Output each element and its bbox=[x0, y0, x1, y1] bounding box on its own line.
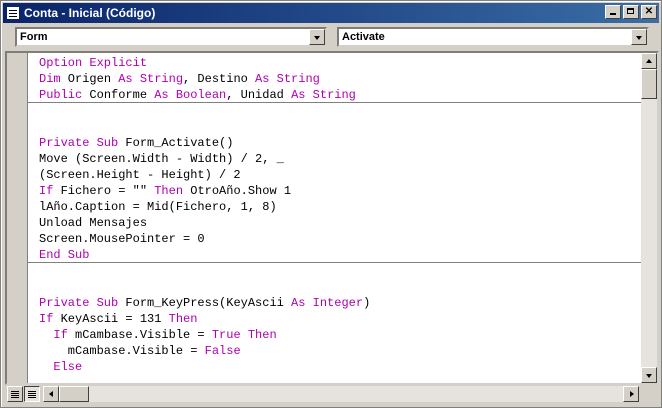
code-token: OtroAño.Show 1 bbox=[183, 184, 292, 198]
code-token: Conforme bbox=[82, 88, 155, 102]
chevron-down-icon bbox=[636, 36, 642, 40]
horizontal-scrollbar[interactable] bbox=[43, 386, 639, 402]
code-line[interactable]: If KeyAscii = 131 Then bbox=[39, 311, 370, 327]
code-keyword: True Then bbox=[211, 328, 277, 342]
vertical-scrollbar[interactable] bbox=[641, 53, 657, 383]
code-token: KeyAscii = 131 bbox=[53, 312, 169, 326]
code-keyword: If bbox=[53, 328, 68, 342]
resize-grip[interactable] bbox=[643, 385, 659, 403]
code-keyword: Public bbox=[39, 88, 83, 102]
maximize-button[interactable] bbox=[623, 5, 639, 19]
object-combo-value: Form bbox=[20, 31, 48, 43]
procedure-combo[interactable]: Activate bbox=[337, 27, 649, 47]
code-line[interactable]: lAño.Caption = Mid(Fichero, 1, 8) bbox=[39, 199, 370, 215]
code-token: Origen bbox=[60, 72, 119, 86]
scroll-right-button[interactable] bbox=[623, 386, 639, 402]
code-line[interactable]: If Fichero = "" Then OtroAño.Show 1 bbox=[39, 183, 370, 199]
margin-indicator-bar[interactable] bbox=[7, 53, 28, 383]
code-line[interactable]: Screen.MousePointer = 0 bbox=[39, 231, 370, 247]
arrow-left-icon bbox=[49, 391, 53, 397]
code-keyword: As Boolean bbox=[154, 88, 227, 102]
code-token: Fichero = "" bbox=[53, 184, 155, 198]
code-keyword: If bbox=[39, 312, 54, 326]
code-module-icon bbox=[6, 6, 20, 20]
code-token: Unload Mensajes bbox=[39, 216, 148, 230]
minimize-button[interactable] bbox=[605, 5, 621, 19]
code-line[interactable]: Move (Screen.Width - Width) / 2, _ bbox=[39, 151, 370, 167]
code-line[interactable] bbox=[39, 119, 370, 135]
window-title: Conta - Inicial (Código) bbox=[24, 6, 156, 20]
code-line[interactable]: If mCambase.Visible = True Then bbox=[39, 327, 370, 343]
chevron-down-icon bbox=[314, 36, 320, 40]
arrow-up-icon bbox=[646, 59, 652, 63]
code-token: , Destino bbox=[183, 72, 256, 86]
title-bar[interactable]: Conta - Inicial (Código) ✕ bbox=[3, 3, 659, 23]
code-keyword: Then bbox=[168, 312, 198, 326]
code-line[interactable]: Else bbox=[39, 359, 370, 375]
scroll-up-button[interactable] bbox=[641, 53, 657, 69]
code-text[interactable]: Option Explicit Dim Origen As String, Des… bbox=[39, 55, 370, 375]
bottom-bar bbox=[5, 385, 659, 403]
code-keyword: Then bbox=[154, 184, 184, 198]
arrow-down-icon bbox=[646, 374, 652, 378]
code-token: Move (Screen.Width - Width) / 2, _ bbox=[39, 152, 284, 166]
code-token: lAño.Caption = Mid(Fichero, 1, 8) bbox=[39, 200, 277, 214]
code-line[interactable]: mCambase.Visible = False bbox=[39, 343, 370, 359]
code-keyword: As String bbox=[291, 88, 356, 102]
code-line[interactable] bbox=[39, 103, 370, 119]
code-line[interactable]: End Sub bbox=[39, 247, 370, 263]
procedure-view-button[interactable] bbox=[7, 386, 23, 402]
procedure-combo-dropdown-button[interactable] bbox=[631, 29, 647, 45]
vertical-scroll-thumb[interactable] bbox=[641, 69, 657, 99]
procedure-view-icon bbox=[11, 391, 19, 392]
code-line[interactable]: Private Sub Form_KeyPress(KeyAscii As In… bbox=[39, 295, 370, 311]
arrow-right-icon bbox=[630, 391, 634, 397]
code-line[interactable] bbox=[39, 263, 370, 279]
close-button[interactable]: ✕ bbox=[641, 5, 657, 19]
code-token: , Unidad bbox=[226, 88, 292, 102]
code-line[interactable]: Option Explicit bbox=[39, 55, 370, 71]
combo-bar: Form Activate bbox=[1, 25, 662, 49]
code-window: Conta - Inicial (Código) ✕ Form Activate… bbox=[0, 0, 662, 408]
code-token: Form_KeyPress(KeyAscii bbox=[118, 296, 292, 310]
code-keyword: As String bbox=[118, 72, 184, 86]
code-keyword: End Sub bbox=[39, 248, 90, 262]
object-combo[interactable]: Form bbox=[15, 27, 327, 47]
code-token: ) bbox=[363, 296, 371, 310]
code-keyword: Private Sub bbox=[39, 136, 119, 150]
code-keyword: Option Explicit bbox=[39, 56, 148, 70]
code-editor[interactable]: Option Explicit Dim Origen As String, Des… bbox=[5, 51, 659, 385]
full-module-view-icon bbox=[28, 391, 36, 392]
code-keyword: Private Sub bbox=[39, 296, 119, 310]
object-combo-dropdown-button[interactable] bbox=[309, 29, 325, 45]
code-line[interactable]: Dim Origen As String, Destino As String bbox=[39, 71, 370, 87]
code-token: mCambase.Visible = bbox=[67, 328, 212, 342]
horizontal-scroll-thumb[interactable] bbox=[59, 386, 89, 402]
code-line[interactable]: (Screen.Height - Height) / 2 bbox=[39, 167, 370, 183]
code-line[interactable]: Unload Mensajes bbox=[39, 215, 370, 231]
code-token: mCambase.Visible = bbox=[39, 344, 205, 358]
procedure-combo-value: Activate bbox=[342, 31, 385, 43]
code-keyword: If bbox=[39, 184, 54, 198]
window-controls: ✕ bbox=[603, 5, 657, 19]
code-line[interactable]: Private Sub Form_Activate() bbox=[39, 135, 370, 151]
code-keyword: As String bbox=[255, 72, 320, 86]
code-line[interactable]: Public Conforme As Boolean, Unidad As St… bbox=[39, 87, 370, 103]
full-module-view-button[interactable] bbox=[24, 386, 40, 402]
code-token: Form_Activate() bbox=[118, 136, 234, 150]
scroll-down-button[interactable] bbox=[641, 367, 657, 383]
code-keyword: As Integer bbox=[291, 296, 364, 310]
code-keyword: Dim bbox=[39, 72, 61, 86]
code-keyword: False bbox=[204, 344, 241, 358]
code-token: (Screen.Height - Height) / 2 bbox=[39, 168, 241, 182]
scroll-left-button[interactable] bbox=[43, 386, 59, 402]
code-token: Screen.MousePointer = 0 bbox=[39, 232, 205, 246]
code-keyword: Else bbox=[53, 360, 83, 374]
code-line[interactable] bbox=[39, 279, 370, 295]
